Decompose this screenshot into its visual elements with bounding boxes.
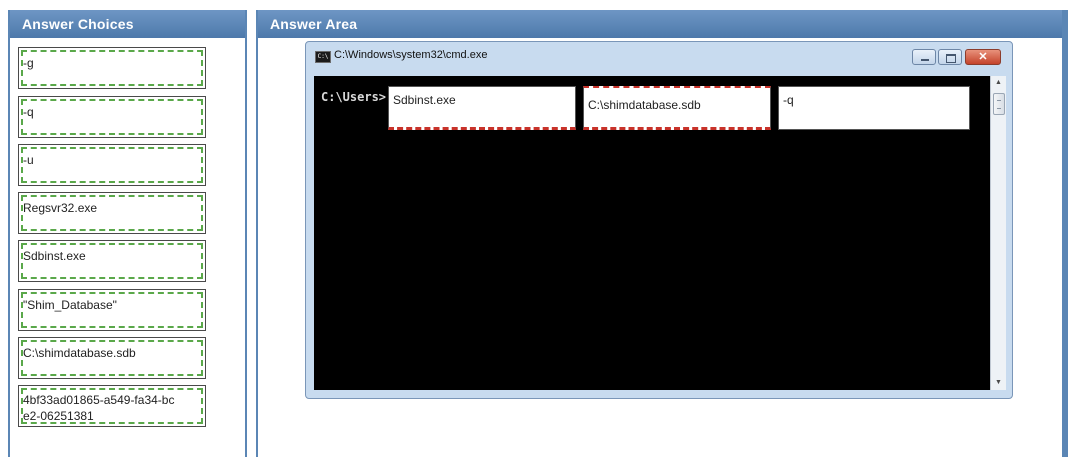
maximize-button[interactable] (938, 49, 962, 65)
choice-label: -g (23, 56, 34, 70)
drop-slot-2[interactable]: C:\shimdatabase.sdb (583, 86, 771, 130)
choice-regsvr32[interactable]: Regsvr32.exe (18, 192, 206, 234)
choice-label: Sdbinst.exe (23, 249, 86, 263)
choice-label: Regsvr32.exe (23, 201, 98, 215)
answer-area-header: Answer Area (258, 10, 1062, 38)
choice-label-line1: 4bf33ad01865-a549-fa34-bc (23, 393, 175, 407)
answer-choices-panel: Answer Choices -g -q -u Regsvr32.exe Sdb… (8, 10, 247, 457)
close-icon: ✕ (978, 51, 988, 63)
choice-shimdatabase-sdb[interactable]: C:\shimdatabase.sdb (18, 337, 206, 379)
drop-slot-3[interactable]: -q (778, 86, 970, 130)
minimize-button[interactable] (912, 49, 936, 65)
choice-label: "Shim_Database" (23, 298, 117, 312)
choice-q[interactable]: -q (18, 96, 206, 138)
choice-label: C:\shimdatabase.sdb (23, 346, 136, 360)
choice-shim-database[interactable]: "Shim_Database" (18, 289, 206, 331)
cmd-window: C:\ C:\Windows\system32\cmd.exe ✕ C:\Use… (305, 41, 1013, 399)
answer-area-panel: Answer Area C:\ C:\Windows\system32\cmd.… (256, 10, 1068, 457)
choice-u[interactable]: -u (18, 144, 206, 186)
cmd-icon: C:\ (315, 51, 331, 63)
choice-sdbinst[interactable]: Sdbinst.exe (18, 240, 206, 282)
choice-label: -q (23, 105, 34, 119)
choice-label-line2: e2-06251381 (23, 409, 94, 423)
minimize-icon (913, 50, 935, 64)
maximize-icon (939, 50, 961, 64)
drop-slot-1[interactable]: Sdbinst.exe (388, 86, 576, 130)
close-button[interactable]: ✕ (965, 49, 1001, 65)
choice-g[interactable]: -g (18, 47, 206, 89)
slot-value: Sdbinst.exe (393, 93, 456, 107)
scroll-thumb[interactable] (993, 93, 1005, 115)
scroll-down-icon[interactable]: ▼ (991, 376, 1006, 390)
answer-choices-header: Answer Choices (10, 10, 245, 38)
scroll-up-icon[interactable]: ▲ (991, 76, 1006, 90)
slot-value: C:\shimdatabase.sdb (588, 98, 701, 112)
cmd-window-title: C:\Windows\system32\cmd.exe (334, 49, 488, 61)
console-area: C:\Users> Sdbinst.exe C:\shimdatabase.sd… (314, 76, 990, 390)
choice-label: -u (23, 153, 34, 167)
slot-value: -q (783, 93, 794, 107)
cmd-titlebar[interactable]: C:\ C:\Windows\system32\cmd.exe ✕ (306, 42, 1012, 68)
choice-guid[interactable]: 4bf33ad01865-a549-fa34-bc e2-06251381 (18, 385, 206, 427)
console-prompt: C:\Users> (321, 90, 387, 104)
vertical-scrollbar[interactable]: ▲ ▼ (990, 76, 1006, 390)
